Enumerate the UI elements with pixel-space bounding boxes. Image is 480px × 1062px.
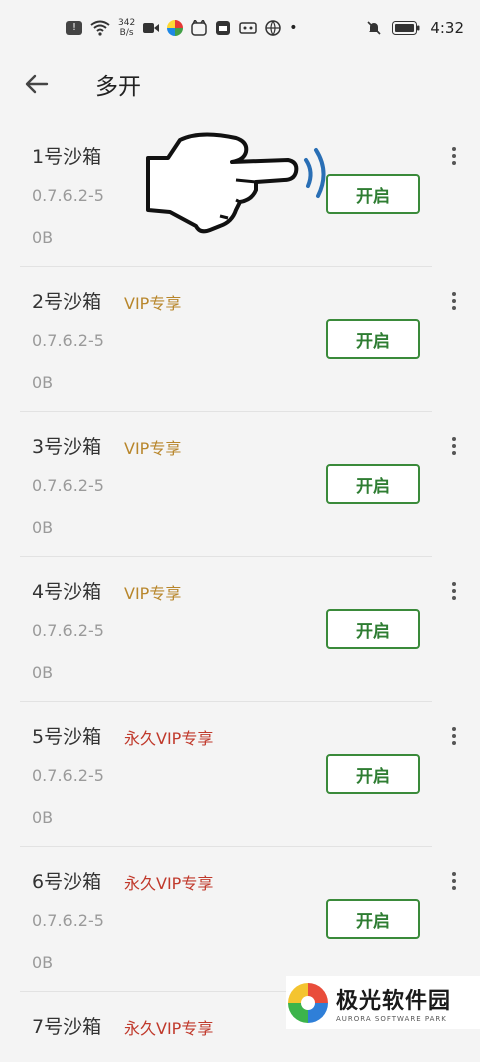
sandbox-card: 4号沙箱 VIP专享 0.7.6.2-5 0B 开启	[0, 557, 480, 702]
sandbox-version: 0.7.6.2-5	[32, 476, 104, 495]
aurora-logo-icon	[288, 982, 328, 1023]
clock: 4:32	[430, 19, 464, 37]
cat-icon	[191, 20, 207, 36]
pointing-hand-icon	[146, 132, 326, 234]
vip-tag: VIP专享	[124, 584, 182, 603]
sandbox-size: 0B	[32, 518, 54, 537]
status-left: ! 342 B/s •	[66, 18, 297, 38]
sandbox-version: 0.7.6.2-5	[32, 186, 104, 205]
page-title: 多开	[95, 74, 141, 100]
sandbox-version: 0.7.6.2-5	[32, 766, 104, 785]
more-options-icon[interactable]	[444, 579, 464, 603]
sandbox-card: 3号沙箱 VIP专享 0.7.6.2-5 0B 开启	[0, 412, 480, 557]
open-button[interactable]: 开启	[326, 174, 420, 214]
sandbox-version: 0.7.6.2-5	[32, 621, 104, 640]
globe-icon	[265, 20, 281, 36]
open-button[interactable]: 开启	[326, 319, 420, 359]
vip-tag: VIP专享	[124, 294, 182, 313]
dot-icon: •	[289, 20, 298, 36]
sandbox-name: 4号沙箱	[32, 581, 102, 603]
wifi-icon	[90, 20, 110, 36]
video-icon	[143, 23, 160, 33]
lifetime-vip-tag: 永久VIP专享	[124, 1019, 214, 1038]
watermark-title: 极光软件园	[336, 988, 452, 1014]
more-options-icon[interactable]	[444, 869, 464, 893]
sandbox-version: 0.7.6.2-5	[32, 911, 104, 930]
sandbox-card: 2号沙箱 VIP专享 0.7.6.2-5 0B 开启	[0, 267, 480, 412]
sandbox-name: 6号沙箱	[32, 871, 102, 893]
open-button[interactable]: 开启	[326, 609, 420, 649]
sandbox-size: 0B	[32, 663, 54, 682]
sandbox-name: 7号沙箱	[32, 1016, 102, 1038]
alert-icon: !	[66, 21, 82, 35]
sandbox-name: 1号沙箱	[32, 146, 102, 168]
net-speed-unit: B/s	[119, 28, 134, 38]
more-options-icon[interactable]	[444, 724, 464, 748]
more-options-icon[interactable]	[444, 289, 464, 313]
game-icon	[239, 22, 257, 34]
sandbox-card: 5号沙箱 永久VIP专享 0.7.6.2-5 0B 开启	[0, 702, 480, 847]
app-bar: 多开	[0, 56, 480, 112]
sandbox-size: 0B	[32, 373, 54, 392]
app-icon	[216, 21, 231, 35]
sandbox-name: 5号沙箱	[32, 726, 102, 748]
watermark: 极光软件园 AURORA SOFTWARE PARK	[286, 976, 480, 1029]
sandbox-size: 0B	[32, 808, 54, 827]
sandbox-size: 0B	[32, 953, 54, 972]
open-button[interactable]: 开启	[326, 754, 420, 794]
more-options-icon[interactable]	[444, 434, 464, 458]
watermark-subtitle: AURORA SOFTWARE PARK	[336, 1014, 447, 1023]
status-bar: ! 342 B/s • 4:32	[0, 0, 480, 56]
sandbox-list: 1号沙箱 0.7.6.2-5 0B 开启 2号沙箱 VIP专享 0.7.6.2-…	[0, 122, 480, 1062]
sandbox-name: 3号沙箱	[32, 436, 102, 458]
mute-bell-icon	[367, 21, 381, 35]
sandbox-version: 0.7.6.2-5	[32, 331, 104, 350]
lifetime-vip-tag: 永久VIP专享	[124, 729, 214, 748]
vip-tag: VIP专享	[124, 439, 182, 458]
open-button[interactable]: 开启	[326, 899, 420, 939]
sandbox-size: 0B	[32, 228, 54, 247]
sandbox-card: 6号沙箱 永久VIP专享 0.7.6.2-5 0B 开启	[0, 847, 480, 992]
arrow-left-icon	[25, 74, 49, 94]
lifetime-vip-tag: 永久VIP专享	[124, 874, 214, 893]
status-right: 4:32	[366, 19, 464, 37]
back-button[interactable]	[17, 64, 57, 104]
battery-icon	[392, 21, 420, 35]
open-button[interactable]: 开启	[326, 464, 420, 504]
net-speed: 342 B/s	[118, 18, 135, 38]
sandbox-name: 2号沙箱	[32, 291, 102, 313]
more-options-icon[interactable]	[444, 144, 464, 168]
net-speed-value: 342	[118, 18, 136, 28]
pinwheel-icon	[167, 20, 184, 36]
